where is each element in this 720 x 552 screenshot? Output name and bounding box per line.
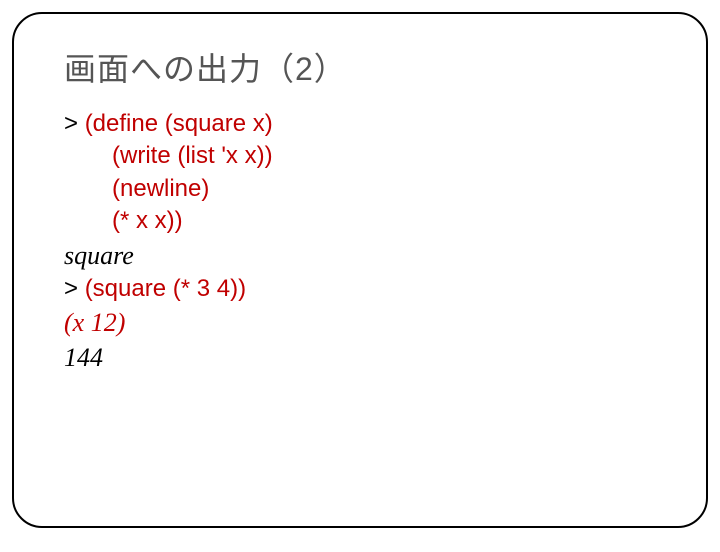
prompt: >: [64, 110, 85, 137]
code-line-7: (x 12): [64, 305, 666, 340]
code-line-6: > (square (* 3 4)): [64, 273, 666, 305]
code-red: (square (* 3 4)): [85, 275, 246, 302]
code-line-8: 144: [64, 340, 666, 375]
code-red: (define (square x): [85, 110, 273, 137]
code-line-1: > (define (square x): [64, 108, 666, 140]
slide-frame: 画面への出力（2） > (define (square x) (write (l…: [12, 12, 708, 528]
code-block: > (define (square x) (write (list 'x x))…: [64, 108, 666, 375]
prompt: >: [64, 275, 85, 302]
code-line-5: square: [64, 238, 666, 273]
code-line-2: (write (list 'x x)): [64, 140, 666, 172]
slide-title: 画面への出力（2）: [64, 44, 666, 90]
code-line-3: (newline): [64, 173, 666, 205]
code-line-4: (* x x)): [64, 205, 666, 237]
